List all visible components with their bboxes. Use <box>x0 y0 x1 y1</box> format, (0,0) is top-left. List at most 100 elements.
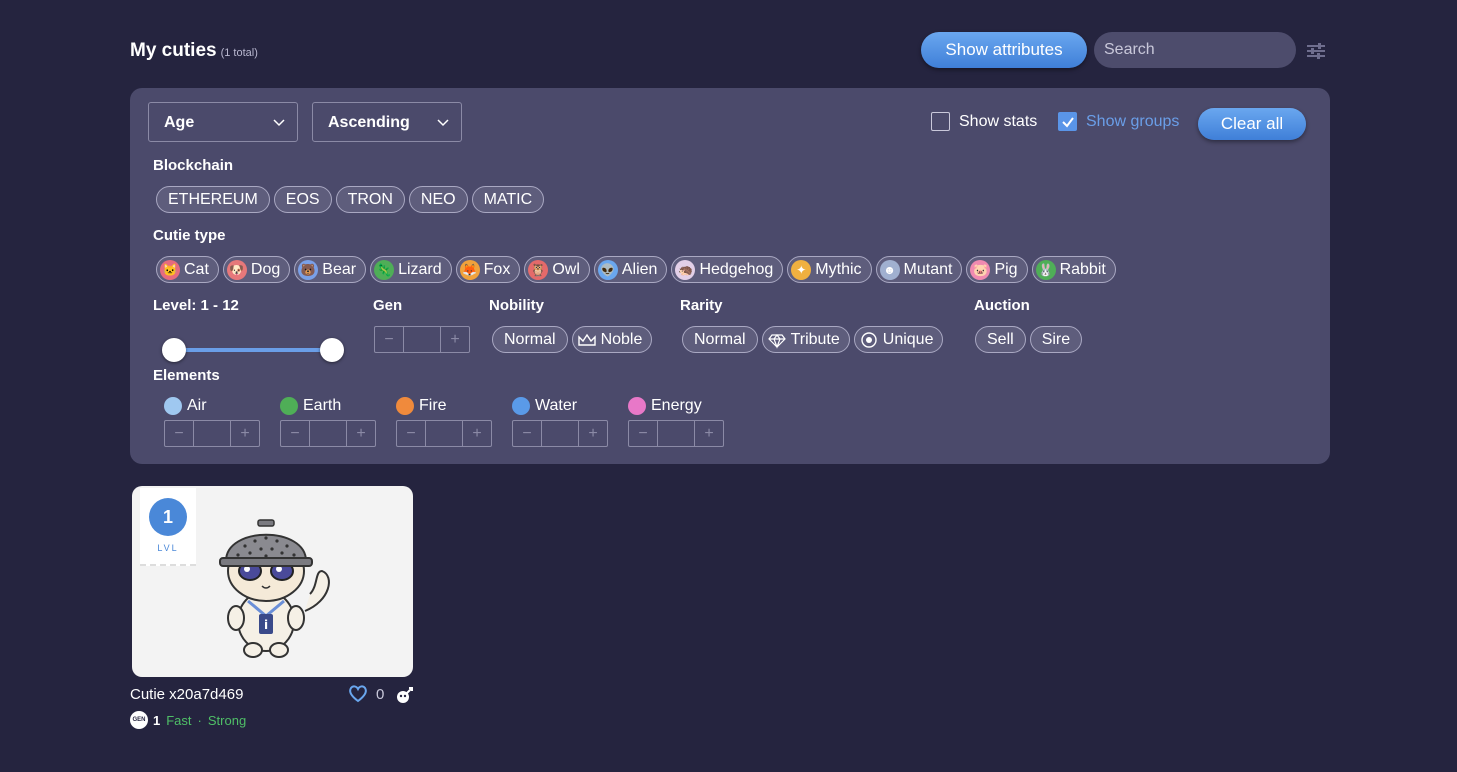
chip-sire[interactable]: Sire <box>1029 326 1083 353</box>
energy-input[interactable] <box>657 421 695 446</box>
chip-lizard[interactable]: 🦎 Lizard <box>370 256 452 283</box>
filter-settings-icon[interactable] <box>1306 41 1326 61</box>
chip-rarity-normal[interactable]: Normal <box>682 326 758 353</box>
level-range-slider <box>162 336 344 364</box>
nobility-label: Nobility <box>489 297 544 314</box>
water-input[interactable] <box>541 421 579 446</box>
gen-stepper: − + <box>374 326 470 353</box>
chip-mythic[interactable]: ✦ Mythic <box>787 256 872 283</box>
cutie-card[interactable]: 1 LVL i <box>132 486 413 677</box>
chip-eos[interactable]: EOS <box>273 186 332 213</box>
chip-mutant[interactable]: ☻ Mutant <box>875 256 963 283</box>
earth-input[interactable] <box>309 421 347 446</box>
chip-nobility-normal[interactable]: Normal <box>492 326 568 353</box>
decrement-button[interactable]: − <box>629 421 657 446</box>
slider-thumb-min[interactable] <box>162 338 186 362</box>
check-icon <box>1062 117 1074 128</box>
heart-icon[interactable] <box>348 685 368 703</box>
chip-cat[interactable]: 🐱 Cat <box>156 256 219 283</box>
increment-button[interactable]: + <box>463 421 491 446</box>
trait-strength: Strong <box>207 712 247 728</box>
sort-field-select[interactable]: Age <box>148 102 298 142</box>
blockchain-chips: ETHEREUM EOS TRON NEO MATIC <box>156 186 545 213</box>
show-stats-checkbox[interactable]: Show stats <box>931 112 1037 131</box>
filter-panel: Age Ascending Show stats Show groups Cle… <box>130 88 1330 464</box>
energy-stepper: − + <box>628 420 724 447</box>
decrement-button[interactable]: − <box>375 327 403 352</box>
owl-icon: 🦉 <box>528 259 549 280</box>
rabbit-icon: 🐰 <box>1035 259 1056 280</box>
air-stepper: − + <box>164 420 260 447</box>
water-stepper: − + <box>512 420 608 447</box>
sort-order-select[interactable]: Ascending <box>312 102 462 142</box>
chevron-down-icon <box>437 119 449 127</box>
fire-stepper: − + <box>396 420 492 447</box>
chip-pig[interactable]: 🐷 Pig <box>966 256 1028 283</box>
clear-all-button[interactable]: Clear all <box>1198 108 1306 140</box>
decrement-button[interactable]: − <box>165 421 193 446</box>
dog-icon: 🐶 <box>226 259 247 280</box>
fox-icon: 🦊 <box>459 259 480 280</box>
air-input[interactable] <box>193 421 231 446</box>
increment-button[interactable]: + <box>695 421 723 446</box>
show-attributes-button[interactable]: Show attributes <box>921 32 1087 68</box>
increment-button[interactable]: + <box>579 421 607 446</box>
blockchain-label: Blockchain <box>153 157 234 174</box>
elements-label: Elements <box>153 367 220 384</box>
chip-fox[interactable]: 🦊 Fox <box>455 256 521 283</box>
chip-noble[interactable]: Noble <box>571 326 653 353</box>
cutie-type-label: Cutie type <box>153 227 226 244</box>
breeding-icon[interactable] <box>396 686 414 704</box>
slider-track[interactable] <box>172 348 334 352</box>
cat-icon: 🐱 <box>160 259 180 280</box>
chip-sell[interactable]: Sell <box>975 326 1026 353</box>
rarity-chips: Normal Tribute Unique <box>682 326 944 353</box>
chip-tron[interactable]: TRON <box>335 186 405 213</box>
cutie-name[interactable]: Cutie x20a7d469 <box>130 686 243 703</box>
chip-dog[interactable]: 🐶 Dog <box>222 256 291 283</box>
checkbox[interactable] <box>931 112 950 131</box>
chip-bear[interactable]: 🐻 Bear <box>294 256 367 283</box>
chip-neo[interactable]: NEO <box>408 186 468 213</box>
search-input[interactable] <box>1094 32 1296 68</box>
chip-matic[interactable]: MATIC <box>471 186 545 213</box>
cutie-meta: GEN 1 Fast · Strong <box>130 711 246 729</box>
level-badge: 1 <box>149 498 187 536</box>
element-energy: Energy − + <box>628 396 724 447</box>
crown-icon <box>577 333 596 346</box>
nobility-chips: Normal Noble <box>492 326 653 353</box>
chip-unique[interactable]: Unique <box>853 326 944 353</box>
bear-icon: 🐻 <box>298 259 319 280</box>
mutant-icon: ☻ <box>879 259 900 280</box>
element-air: Air − + <box>164 396 260 447</box>
show-groups-checkbox[interactable]: Show groups <box>1058 112 1179 131</box>
likes[interactable]: 0 <box>348 685 384 703</box>
decrement-button[interactable]: − <box>397 421 425 446</box>
increment-button[interactable]: + <box>231 421 259 446</box>
chip-rabbit[interactable]: 🐰 Rabbit <box>1031 256 1116 283</box>
chip-tribute[interactable]: Tribute <box>761 326 850 353</box>
fire-icon <box>396 397 414 415</box>
earth-icon <box>280 397 298 415</box>
increment-button[interactable]: + <box>347 421 375 446</box>
element-fire: Fire − + <box>396 396 492 447</box>
page-title: My cuties (1 total) <box>130 40 258 61</box>
slider-thumb-max[interactable] <box>320 338 344 362</box>
checkbox-checked[interactable] <box>1058 112 1077 131</box>
decrement-button[interactable]: − <box>513 421 541 446</box>
cutie-cat-image: i <box>219 519 330 658</box>
gen-icon: GEN <box>130 711 148 729</box>
chip-ethereum[interactable]: ETHEREUM <box>156 186 270 213</box>
level-label: Level: 1 - 12 <box>153 297 239 314</box>
increment-button[interactable]: + <box>441 327 469 352</box>
trait-speed: Fast <box>166 712 192 728</box>
fire-input[interactable] <box>425 421 463 446</box>
gen-input[interactable] <box>403 327 441 352</box>
chip-hedgehog[interactable]: 🦔 Hedgehog <box>671 256 784 283</box>
energy-icon <box>628 397 646 415</box>
chip-owl[interactable]: 🦉 Owl <box>524 256 590 283</box>
element-earth: Earth − + <box>280 396 376 447</box>
diamond-icon <box>767 333 786 349</box>
chip-alien[interactable]: 👽 Alien <box>593 256 668 283</box>
decrement-button[interactable]: − <box>281 421 309 446</box>
